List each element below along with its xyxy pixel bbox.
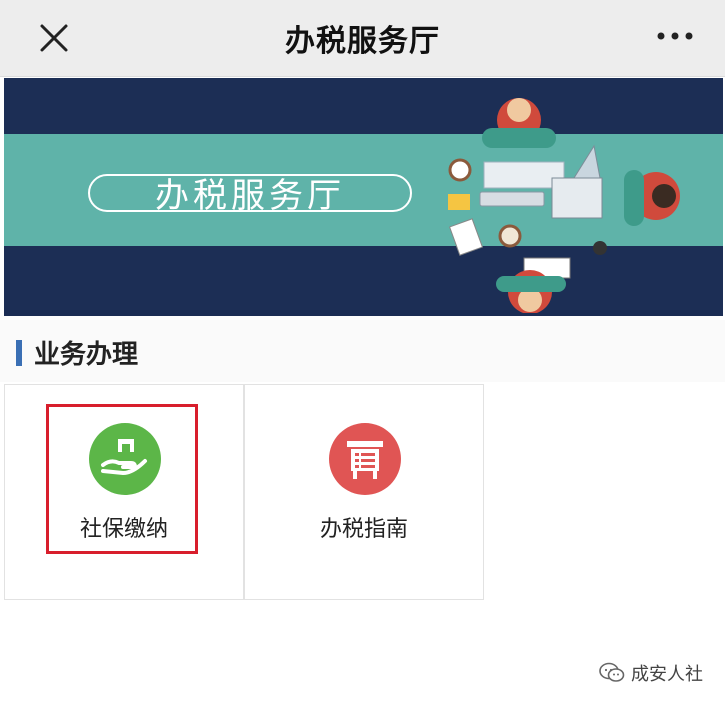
- tile-social-insurance-payment[interactable]: 社保缴纳: [4, 384, 244, 600]
- guide-board-icon: [329, 423, 401, 495]
- hand-house-icon: [89, 423, 161, 495]
- banner-title: 办税服务厅: [155, 176, 345, 216]
- section-accent-bar: [16, 340, 22, 366]
- banner: 办税服务厅: [4, 78, 723, 316]
- wechat-icon: [599, 662, 625, 682]
- page-title: 办税服务厅: [285, 24, 440, 59]
- tile-label: 社保缴纳: [79, 517, 168, 542]
- service-grid: 社保缴纳 办税指南: [4, 384, 484, 600]
- title-bar: 办税服务厅: [0, 0, 725, 77]
- tile-tax-guide[interactable]: 办税指南: [244, 384, 484, 600]
- watermark: 成安人社: [599, 660, 703, 686]
- more-dots-icon: [657, 32, 693, 40]
- tile-label: 办税指南: [319, 517, 408, 542]
- more-button[interactable]: [651, 14, 699, 62]
- watermark-text: 成安人社: [631, 664, 703, 685]
- section-title: 业务办理: [34, 340, 139, 370]
- office-desk-illustration: [448, 98, 680, 313]
